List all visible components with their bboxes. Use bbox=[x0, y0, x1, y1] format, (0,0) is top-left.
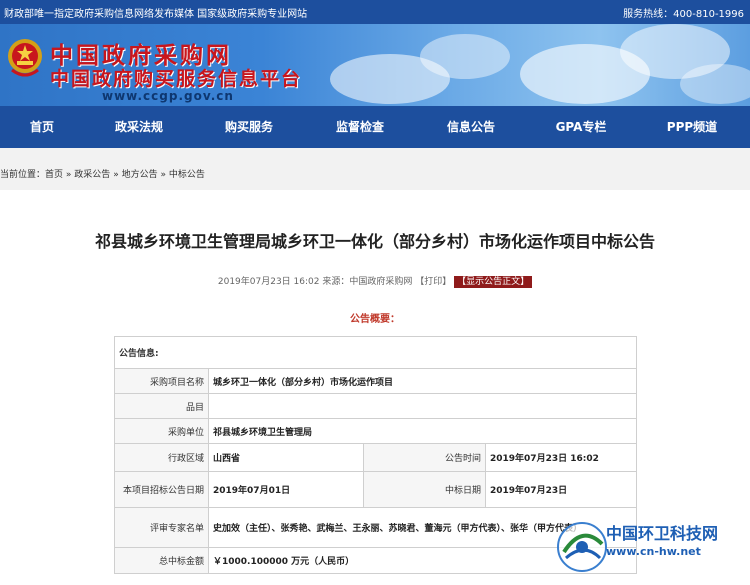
top-strip: 财政部唯一指定政府采购信息网络发布媒体 国家级政府采购专业网站 服务热线：400… bbox=[0, 0, 750, 24]
table-row: 采购项目名称 城乡环卫一体化（部分乡村）市场化运作项目 bbox=[114, 368, 638, 394]
site-url: www.ccgp.gov.cn bbox=[102, 89, 234, 103]
region-value: 山西省 bbox=[208, 443, 364, 472]
nav-item-purchase-services[interactable]: 购买服务 bbox=[204, 106, 294, 148]
announce-time-label: 公告时间 bbox=[363, 443, 486, 472]
award-date-label: 中标日期 bbox=[363, 471, 486, 508]
breadcrumb-local[interactable]: 地方公告 bbox=[122, 170, 158, 180]
nav-item-supervision[interactable]: 监督检查 bbox=[315, 106, 405, 148]
article-title: 祁县城乡环境卫生管理局城乡环卫一体化（部分乡村）市场化运作项目中标公告 bbox=[94, 232, 655, 251]
project-name-value: 城乡环卫一体化（部分乡村）市场化运作项目 bbox=[207, 368, 638, 394]
table-row: 公告信息: bbox=[113, 336, 638, 369]
experts-label: 评审专家名单 bbox=[114, 507, 209, 548]
breadcrumb-sep: » bbox=[160, 170, 166, 180]
tender-date-label: 本项目招标公告日期 bbox=[114, 471, 209, 508]
amount-label: 总中标金额 bbox=[114, 547, 209, 574]
breadcrumb-bar: 当前位置：首页 » 政采公告 » 地方公告 » 中标公告 bbox=[0, 148, 750, 190]
project-name-label: 采购项目名称 bbox=[114, 368, 209, 394]
breadcrumb-home[interactable]: 首页 bbox=[45, 170, 63, 180]
nav-item-announcements[interactable]: 信息公告 bbox=[426, 106, 516, 148]
summary-label: 公告概要： bbox=[350, 314, 400, 325]
main-nav: 首页 政采法规 购买服务 监督检查 信息公告 GPA专栏 PPP频道 bbox=[0, 106, 750, 148]
purchasing-unit-label: 采购单位 bbox=[114, 418, 209, 444]
service-hotline: 服务热线：400-810-1996 bbox=[623, 9, 744, 20]
watermark-url: www.cn-hw.net bbox=[606, 545, 701, 558]
tender-date-value: 2019年07月01日 bbox=[208, 471, 364, 508]
item-value bbox=[207, 393, 638, 419]
purchasing-unit-value: 祁县城乡环境卫生管理局 bbox=[207, 418, 638, 444]
announce-time-value: 2019年07月23日 16:02 bbox=[484, 443, 638, 472]
article-meta-text[interactable]: 2019年07月23日 16:02 来源：中国政府采购网 【打印】 bbox=[218, 277, 451, 287]
breadcrumb-sep: » bbox=[65, 170, 72, 180]
site-subtitle: 中国政府购买服务信息平台 bbox=[50, 68, 303, 90]
item-label: 品目 bbox=[114, 393, 209, 419]
article-meta: 2019年07月23日 16:02 来源：中国政府采购网 【打印】 【显示公告正… bbox=[0, 274, 750, 288]
table-row: 行政区域 山西省 公告时间 2019年07月23日 16:02 bbox=[114, 443, 638, 472]
site-banner: 中国政府采购网 中国政府购买服务信息平台 www.ccgp.gov.cn bbox=[0, 24, 750, 106]
nav-item-ppp[interactable]: PPP频道 bbox=[647, 106, 737, 148]
breadcrumb-procurement[interactable]: 政采公告 bbox=[74, 170, 110, 180]
nav-item-regulations[interactable]: 政采法规 bbox=[94, 106, 184, 148]
award-date-value: 2019年07月23日 bbox=[484, 471, 638, 508]
site-notice: 财政部唯一指定政府采购信息网络发布媒体 国家级政府采购专业网站 bbox=[4, 9, 308, 20]
show-body-button[interactable]: 【显示公告正文】 bbox=[454, 276, 533, 288]
breadcrumb: 当前位置：首页 » 政采公告 » 地方公告 » 中标公告 bbox=[0, 167, 205, 180]
breadcrumb-award[interactable]: 中标公告 bbox=[169, 170, 205, 180]
nav-item-home[interactable]: 首页 bbox=[0, 106, 87, 148]
table-row: 采购单位 祁县城乡环境卫生管理局 bbox=[114, 418, 638, 444]
table-row: 本项目招标公告日期 2019年07月01日 中标日期 2019年07月23日 bbox=[114, 471, 638, 508]
region-label: 行政区域 bbox=[114, 443, 209, 472]
national-emblem-icon[interactable] bbox=[6, 36, 44, 80]
table-section-title: 公告信息: bbox=[113, 336, 638, 369]
nav-item-gpa[interactable]: GPA专栏 bbox=[536, 106, 626, 148]
table-row: 品目 bbox=[114, 393, 638, 419]
watermark-name: 中国环卫科技网 bbox=[606, 524, 719, 543]
breadcrumb-sep: » bbox=[113, 170, 119, 180]
breadcrumb-prefix: 当前位置： bbox=[0, 170, 46, 180]
